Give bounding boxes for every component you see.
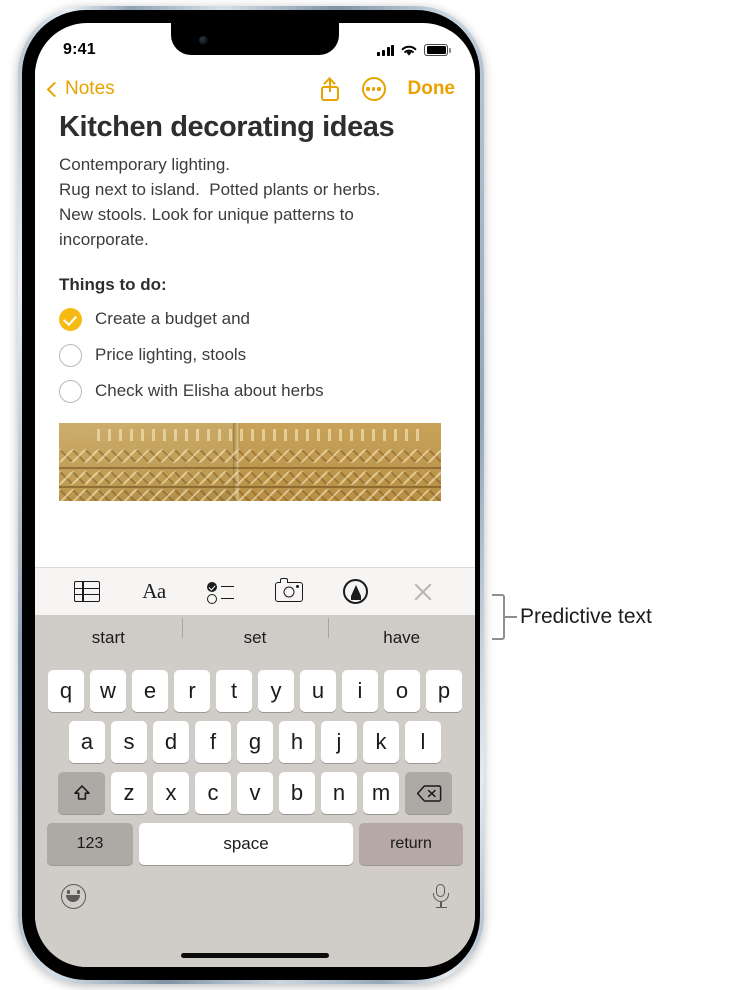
predictive-suggestion[interactable]: set xyxy=(181,618,329,648)
keyboard-row-3: z x c v b n m xyxy=(35,772,475,814)
screenshot-root: 9:41 Notes Done Kitchen decorating ideas… xyxy=(0,0,738,990)
emoji-smiley-icon[interactable] xyxy=(61,883,86,909)
back-to-notes-button[interactable]: Notes xyxy=(46,78,115,100)
key-w[interactable]: w xyxy=(90,670,126,712)
checkbox-checked-icon[interactable] xyxy=(59,307,82,331)
keyboard-row-1: q w e r t y u i o p xyxy=(35,670,475,712)
key-p[interactable]: p xyxy=(426,670,462,712)
predictive-suggestion[interactable]: start xyxy=(35,628,182,648)
checklist-icon[interactable] xyxy=(204,577,238,607)
callout-bracket xyxy=(492,594,505,640)
key-h[interactable]: h xyxy=(279,721,315,763)
key-t[interactable]: t xyxy=(216,670,252,712)
checkbox-unchecked-icon[interactable] xyxy=(59,343,82,367)
key-z[interactable]: z xyxy=(111,772,147,814)
predictive-suggestion[interactable]: have xyxy=(328,618,475,648)
key-e[interactable]: e xyxy=(132,670,168,712)
callout-label: Predictive text xyxy=(520,605,652,628)
delete-backspace-icon xyxy=(416,784,441,802)
return-key[interactable]: return xyxy=(359,823,463,865)
keyboard-row-2: a s d f g h j k l xyxy=(35,721,475,763)
note-content: Kitchen decorating ideas Contemporary li… xyxy=(35,111,475,502)
list-item[interactable]: Create a budget and xyxy=(59,301,451,337)
display-notch xyxy=(171,23,339,55)
key-i[interactable]: i xyxy=(342,670,378,712)
todo-heading: Things to do: xyxy=(59,275,167,295)
space-key[interactable]: space xyxy=(139,823,353,865)
numbers-key[interactable]: 123 xyxy=(47,823,133,865)
list-item[interactable]: Check with Elisha about herbs xyxy=(59,373,451,409)
callout-predictive-text: Predictive text xyxy=(492,594,652,640)
key-o[interactable]: o xyxy=(384,670,420,712)
shift-arrow-icon xyxy=(73,785,90,800)
iphone-device-frame: 9:41 Notes Done Kitchen decorating ideas… xyxy=(18,6,484,984)
wifi-icon xyxy=(401,45,417,56)
key-g[interactable]: g xyxy=(237,721,273,763)
keyboard-row-4: 123 space return xyxy=(35,823,475,865)
callout-leader-line xyxy=(505,615,517,619)
note-body[interactable]: Contemporary lighting. Rug next to islan… xyxy=(59,153,451,253)
note-body-line: New stools. Look for unique patterns to xyxy=(59,205,354,225)
keyboard-bottom-row xyxy=(35,865,475,917)
note-body-line: incorporate. xyxy=(59,230,149,250)
note-title[interactable]: Kitchen decorating ideas xyxy=(59,111,451,144)
more-ellipsis-icon[interactable] xyxy=(361,77,386,101)
done-button[interactable]: Done xyxy=(408,78,456,100)
navbar-actions: Done xyxy=(320,77,456,101)
table-icon[interactable] xyxy=(70,577,104,607)
status-indicators xyxy=(377,44,451,57)
delete-key[interactable] xyxy=(405,772,452,814)
todo-label: Create a budget and xyxy=(95,309,251,329)
note-body-line: Contemporary lighting. xyxy=(59,155,231,175)
cellular-bars-icon xyxy=(377,44,395,56)
key-v[interactable]: v xyxy=(237,772,273,814)
chevron-left-icon xyxy=(46,81,63,97)
checkbox-unchecked-icon[interactable] xyxy=(59,379,82,403)
close-icon[interactable] xyxy=(406,577,440,607)
list-item[interactable]: Price lighting, stools xyxy=(59,337,451,373)
todo-list: Create a budget and Price lighting, stoo… xyxy=(59,301,451,409)
key-x[interactable]: x xyxy=(153,772,189,814)
key-l[interactable]: l xyxy=(405,721,441,763)
note-body-line: Rug next to island. Potted plants or her… xyxy=(59,180,381,200)
key-d[interactable]: d xyxy=(153,721,189,763)
key-k[interactable]: k xyxy=(363,721,399,763)
key-s[interactable]: s xyxy=(111,721,147,763)
microphone-icon[interactable] xyxy=(433,883,449,909)
front-camera-icon xyxy=(199,36,208,45)
predictive-text-bar: start set have xyxy=(35,615,475,661)
back-label: Notes xyxy=(65,78,115,99)
text-format-icon[interactable]: Aa xyxy=(137,577,171,607)
todo-label: Price lighting, stools xyxy=(95,345,247,365)
key-n[interactable]: n xyxy=(321,772,357,814)
markup-pen-icon[interactable] xyxy=(339,577,373,607)
key-a[interactable]: a xyxy=(69,721,105,763)
camera-icon[interactable] xyxy=(272,577,306,607)
shift-key[interactable] xyxy=(58,772,105,814)
key-u[interactable]: u xyxy=(300,670,336,712)
home-indicator[interactable] xyxy=(181,953,329,958)
key-j[interactable]: j xyxy=(321,721,357,763)
key-y[interactable]: y xyxy=(258,670,294,712)
key-b[interactable]: b xyxy=(279,772,315,814)
device-bezel: 9:41 Notes Done Kitchen decorating ideas… xyxy=(22,10,480,980)
key-f[interactable]: f xyxy=(195,721,231,763)
battery-full-icon xyxy=(424,44,451,56)
note-attachment-photo[interactable] xyxy=(59,423,441,502)
navigation-bar: Notes Done xyxy=(35,67,475,111)
key-q[interactable]: q xyxy=(48,670,84,712)
device-screen: 9:41 Notes Done Kitchen decorating ideas… xyxy=(35,23,475,967)
todo-label: Check with Elisha about herbs xyxy=(95,381,324,401)
status-time: 9:41 xyxy=(63,41,96,58)
share-icon[interactable] xyxy=(320,77,340,101)
format-toolbar: Aa xyxy=(35,567,475,615)
software-keyboard: start set have q w e r t y u i o p a s d… xyxy=(35,615,475,967)
key-r[interactable]: r xyxy=(174,670,210,712)
key-m[interactable]: m xyxy=(363,772,399,814)
key-c[interactable]: c xyxy=(195,772,231,814)
